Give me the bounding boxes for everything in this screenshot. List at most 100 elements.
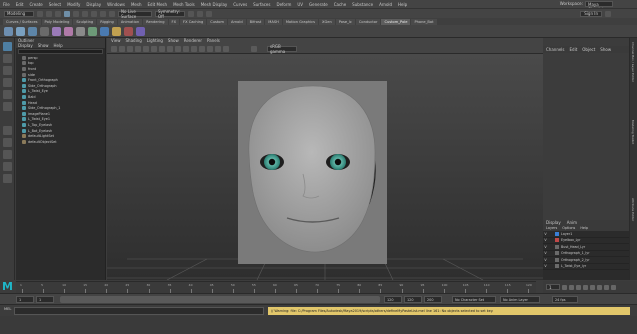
shadows-icon[interactable] — [199, 45, 205, 52]
current-frame-field[interactable]: 1 — [546, 284, 560, 290]
image-plane-icon[interactable] — [135, 45, 141, 52]
select-component-icon[interactable] — [82, 10, 88, 17]
scale-tool-icon[interactable] — [3, 102, 12, 111]
layer-visibility-toggle[interactable]: V — [543, 251, 548, 255]
layer-color-swatch[interactable] — [555, 264, 559, 269]
layer-menu-help[interactable]: Help — [580, 226, 588, 231]
menu-cache[interactable]: Cache — [334, 2, 346, 7]
layer-visibility-toggle[interactable]: V — [543, 238, 548, 242]
layer-visibility-toggle[interactable]: V — [543, 258, 548, 262]
bridge-icon[interactable] — [76, 26, 85, 36]
outliner-menu-display[interactable]: Display — [18, 43, 33, 48]
single-view-icon[interactable] — [3, 126, 12, 135]
menu-edit-mesh[interactable]: Edit Mesh — [148, 2, 168, 7]
sphere-icon[interactable] — [4, 26, 13, 36]
channel-box-menu-object[interactable]: Object — [582, 46, 595, 53]
play-forward-icon[interactable] — [590, 284, 595, 290]
layer-menu-layers[interactable]: Layers — [546, 226, 557, 231]
head-model[interactable] — [107, 54, 543, 280]
lasso-tool-icon[interactable] — [3, 54, 12, 63]
select-object-icon[interactable] — [73, 10, 79, 17]
sign-in-button[interactable]: Sign In — [580, 10, 602, 17]
side-tab-channel-box-layer-editor[interactable]: Channel Box / Layer Editor — [631, 42, 635, 82]
start-frame-field[interactable]: 1 — [16, 296, 34, 303]
color-space-dropdown[interactable]: sRGB gamma — [267, 44, 297, 54]
menu-mesh-display[interactable]: Mesh Display — [201, 2, 228, 7]
inner-end-field[interactable]: 120 — [384, 296, 402, 303]
cylinder-icon[interactable] — [28, 26, 37, 36]
outliner-search-input[interactable] — [18, 49, 103, 54]
render-settings-icon[interactable] — [206, 10, 212, 17]
menu-mesh[interactable]: Mesh — [131, 2, 142, 7]
menu-deform[interactable]: Deform — [276, 2, 291, 7]
play-backward-icon[interactable] — [583, 284, 588, 290]
bevel-icon[interactable] — [64, 26, 73, 36]
menu-windows[interactable]: Windows — [107, 2, 125, 7]
workspace-dropdown[interactable]: Maya Classic* — [585, 1, 613, 12]
outliner-menu-show[interactable]: Show — [38, 43, 49, 48]
save-scene-icon[interactable] — [55, 10, 61, 17]
side-tab-attribute-editor[interactable]: Attribute Editor — [631, 198, 635, 221]
layer-color-swatch[interactable] — [555, 231, 559, 236]
wireframe-icon[interactable] — [167, 45, 173, 52]
persp-outliner-icon[interactable] — [3, 150, 12, 159]
menu-help[interactable]: Help — [398, 2, 407, 7]
layer-color-swatch[interactable] — [555, 251, 559, 256]
exposure-icon[interactable] — [251, 45, 257, 52]
layer-visibility-toggle[interactable]: V — [543, 245, 548, 249]
xray-icon[interactable] — [215, 45, 221, 52]
end-frame-field[interactable]: 120 — [404, 296, 422, 303]
multicut-icon[interactable] — [124, 26, 133, 36]
persp-graph-icon[interactable] — [3, 162, 12, 171]
outliner-menu-help[interactable]: Help — [54, 43, 63, 48]
snap-grid-icon[interactable] — [91, 10, 97, 17]
go-to-end-icon[interactable] — [611, 284, 616, 290]
layer-row[interactable]: V L_Twist_Eye_lyr — [543, 264, 629, 270]
menu-generate[interactable]: Generate — [309, 2, 328, 7]
combine-icon[interactable] — [88, 26, 97, 36]
textured-icon[interactable] — [183, 45, 189, 52]
menu-uv[interactable]: UV — [297, 2, 303, 7]
menu-set-dropdown[interactable]: Modeling — [4, 10, 34, 17]
channel-box-menu-channels[interactable]: Channels — [546, 46, 565, 53]
mel-label[interactable]: MEL — [4, 307, 11, 311]
step-back-icon[interactable] — [576, 284, 581, 290]
character-set-dropdown[interactable]: No Character Set — [452, 296, 496, 303]
fps-dropdown[interactable]: 24 fps — [552, 296, 578, 303]
menu-substance[interactable]: Substance — [352, 2, 373, 7]
menu-create[interactable]: Create — [29, 2, 42, 7]
move-tool-icon[interactable] — [3, 78, 12, 87]
separate-icon[interactable] — [100, 26, 109, 36]
menu-mesh-tools[interactable]: Mesh Tools — [173, 2, 195, 7]
step-forward-icon[interactable] — [597, 284, 602, 290]
step-forward-key-icon[interactable] — [604, 284, 609, 290]
layer-menu-options[interactable]: Options — [562, 226, 575, 231]
rotate-tool-icon[interactable] — [3, 90, 12, 99]
layer-color-swatch[interactable] — [555, 244, 559, 249]
bookmark-icon[interactable] — [127, 45, 133, 52]
time-slider[interactable]: 1 5 10 15 20 25 30 35 40 45 50 55 60 65 70 75 80 85 90 95 10… — [16, 281, 536, 293]
camera-attributes-icon[interactable] — [119, 45, 125, 52]
ambient-occlusion-icon[interactable] — [207, 45, 213, 52]
channel-box-menu-show[interactable]: Show — [600, 46, 611, 53]
snap-point-icon[interactable] — [109, 10, 115, 17]
ipr-render-icon[interactable] — [197, 10, 203, 17]
menu-arnold[interactable]: Arnold — [379, 2, 392, 7]
uv-editor-icon[interactable] — [136, 26, 145, 36]
plane-icon[interactable] — [40, 26, 49, 36]
cube-icon[interactable] — [16, 26, 25, 36]
layer-color-swatch[interactable] — [555, 257, 559, 262]
menu-display[interactable]: Display — [86, 2, 101, 7]
four-view-icon[interactable] — [3, 138, 12, 147]
select-tool-icon[interactable] — [3, 42, 12, 51]
command-input[interactable] — [14, 307, 264, 315]
settings-icon[interactable] — [605, 10, 611, 17]
grid-icon[interactable] — [143, 45, 149, 52]
menu-surfaces[interactable]: Surfaces — [253, 2, 270, 7]
smooth-shade-icon[interactable] — [175, 45, 181, 52]
render-icon[interactable] — [188, 10, 194, 17]
anim-layer-dropdown[interactable]: No Anim Layer — [500, 296, 540, 303]
film-gate-icon[interactable] — [151, 45, 157, 52]
open-scene-icon[interactable] — [46, 10, 52, 17]
range-bar[interactable] — [60, 296, 380, 303]
